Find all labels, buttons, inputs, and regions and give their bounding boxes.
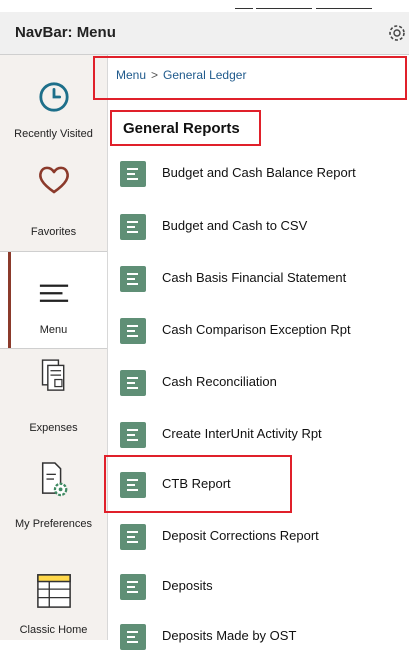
- highlight-box: [104, 455, 292, 513]
- sidebar-item-label: Recently Visited: [14, 128, 93, 140]
- report-label: Deposits: [162, 578, 213, 593]
- report-label: Deposit Corrections Report: [162, 528, 319, 543]
- report-label: Cash Comparison Exception Rpt: [162, 322, 351, 337]
- report-label: Cash Reconciliation: [162, 374, 277, 389]
- sidebar: Recently Visited Favorites Menu Expenses: [0, 55, 108, 640]
- document-lines-icon: [120, 422, 146, 448]
- report-item[interactable]: Deposits Made by OST: [108, 612, 409, 662]
- document-lines-icon: [120, 161, 146, 187]
- navbar-title: NavBar: Menu: [15, 24, 116, 41]
- top-edge: [0, 0, 409, 12]
- breadcrumb-general-ledger-link[interactable]: General Ledger: [163, 68, 246, 82]
- section-title: General Reports: [123, 120, 240, 137]
- document-lines-icon: [120, 574, 146, 600]
- report-label: Budget and Cash to CSV: [162, 218, 308, 233]
- report-label: Create InterUnit Activity Rpt: [162, 426, 322, 441]
- heart-icon: [38, 166, 69, 194]
- menu-lines-icon: [39, 284, 68, 302]
- document-lines-icon: [120, 370, 146, 396]
- classic-home-icon: [36, 574, 71, 608]
- document-lines-icon: [120, 214, 146, 240]
- clock-icon: [38, 82, 69, 112]
- report-item[interactable]: Create InterUnit Activity Rpt: [108, 410, 409, 460]
- sidebar-item-favorites[interactable]: Favorites: [0, 151, 107, 247]
- document-lines-icon: [120, 624, 146, 650]
- document-lines-icon: [120, 524, 146, 550]
- document-lines-icon: [120, 318, 146, 344]
- breadcrumb-menu-link[interactable]: Menu: [116, 68, 146, 82]
- breadcrumb-separator: >: [151, 68, 159, 82]
- breadcrumb: Menu > General Ledger: [93, 56, 407, 100]
- sidebar-item-label: Expenses: [29, 422, 78, 434]
- sidebar-item-label: Favorites: [30, 226, 77, 238]
- sidebar-item-label: Classic Home: [19, 624, 88, 636]
- report-item[interactable]: Deposits: [108, 562, 409, 612]
- report-item[interactable]: Budget and Cash to CSV: [108, 202, 409, 252]
- section-heading: General Reports: [110, 110, 261, 146]
- sidebar-item-expenses[interactable]: Expenses: [0, 351, 107, 447]
- preferences-icon: [41, 462, 67, 497]
- report-item[interactable]: Cash Reconciliation: [108, 358, 409, 408]
- report-item[interactable]: Cash Comparison Exception Rpt: [108, 306, 409, 356]
- report-item[interactable]: Cash Basis Financial Statement: [108, 254, 409, 304]
- gear-icon[interactable]: [386, 22, 408, 44]
- sidebar-item-label: Menu: [39, 324, 68, 336]
- report-label: Cash Basis Financial Statement: [162, 270, 347, 285]
- sidebar-item-classic-home[interactable]: Classic Home: [0, 551, 107, 647]
- sidebar-item-my-preferences[interactable]: My Preferences: [0, 447, 107, 543]
- document-lines-icon: [120, 266, 146, 292]
- sidebar-item-recently-visited[interactable]: Recently Visited: [0, 55, 107, 151]
- sidebar-item-menu[interactable]: Menu: [0, 251, 107, 349]
- expenses-icon: [41, 359, 64, 391]
- report-label: Budget and Cash Balance Report: [162, 165, 356, 180]
- report-label: Deposits Made by OST: [162, 628, 297, 643]
- navbar-header: NavBar: Menu: [0, 12, 409, 55]
- report-item[interactable]: Budget and Cash Balance Report: [108, 149, 409, 199]
- sidebar-item-label: My Preferences: [14, 518, 93, 530]
- report-item[interactable]: Deposit Corrections Report: [108, 512, 409, 562]
